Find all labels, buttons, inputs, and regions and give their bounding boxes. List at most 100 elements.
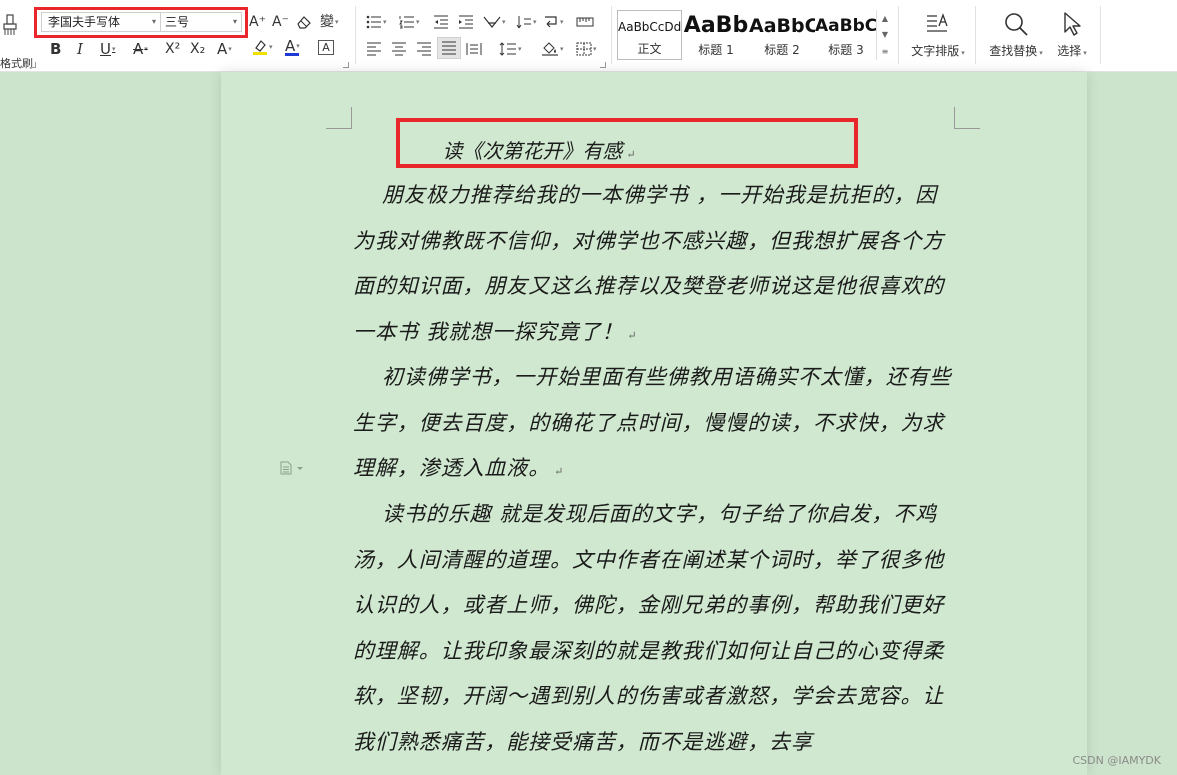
- style-name: 标题 3: [828, 43, 864, 57]
- outdent-icon: [434, 15, 448, 29]
- font-color-button[interactable]: A ▾: [285, 38, 300, 56]
- align-right-icon: [417, 42, 431, 56]
- shading-button[interactable]: ▾: [541, 40, 564, 58]
- align-left-icon: [367, 42, 381, 56]
- highlighter-icon: [253, 40, 267, 55]
- character-border-button[interactable]: A: [318, 40, 334, 55]
- style-sample: AaBbCcDd: [618, 20, 682, 34]
- increase-indent-button[interactable]: [458, 13, 474, 31]
- paragraph[interactable]: 初读佛学书，一开始里面有些佛教用语确实不太懂，还有些生字，便去百度，的确花了点时…: [353, 355, 953, 495]
- group-separator: [975, 6, 976, 64]
- borders-button[interactable]: ▾: [576, 40, 597, 58]
- clear-format-button[interactable]: [296, 13, 312, 31]
- bold-button[interactable]: B: [50, 40, 61, 58]
- style-name: 标题 2: [764, 43, 800, 57]
- group-separator: [355, 6, 356, 64]
- paragraph[interactable]: 读书的乐趣 就是发现后面的文字，句子给了你启发，不鸡汤，人间清醒的道理。文中作者…: [353, 492, 953, 765]
- line-break-button[interactable]: ▾: [543, 13, 564, 31]
- document-icon: [280, 461, 303, 475]
- style-heading-3[interactable]: AaBbC 标题 3: [815, 10, 877, 60]
- subscript-icon: X₂: [190, 41, 206, 57]
- underline-button[interactable]: U ▾: [100, 40, 116, 58]
- paragraph-group-launcher[interactable]: [600, 62, 606, 68]
- borders-icon: [576, 42, 592, 56]
- paragraph[interactable]: 朋友极力推荐给我的一本佛学书 ，一开始我是抗拒的，因为我对佛教既不信仰，对佛学也…: [353, 173, 953, 358]
- justify-button[interactable]: [437, 37, 461, 59]
- superscript-icon: X²: [165, 41, 181, 57]
- align-right-button[interactable]: [416, 40, 432, 58]
- group-separator: [611, 6, 612, 64]
- italic-icon: I: [77, 40, 83, 58]
- align-center-icon: [392, 42, 406, 56]
- clipboard-group-launcher[interactable]: [30, 62, 36, 68]
- paragraph-mark-icon: ↵: [554, 465, 565, 478]
- bullets-button[interactable]: ▾: [366, 13, 387, 31]
- italic-button[interactable]: I: [77, 40, 83, 58]
- font-color-bar: [285, 53, 300, 56]
- shrink-font-icon: A⁻: [272, 14, 289, 30]
- title-highlight-annotation: [396, 118, 858, 168]
- group-separator: [898, 6, 899, 64]
- style-normal[interactable]: AaBbCcDd 正文: [617, 10, 682, 60]
- ruler-button[interactable]: [576, 13, 594, 31]
- phonetic-icon: 變: [320, 14, 334, 30]
- align-center-button[interactable]: [391, 40, 407, 58]
- strikethrough-button[interactable]: A ▾: [133, 40, 148, 58]
- char-border-icon: A: [322, 40, 330, 54]
- styles-scroll[interactable]: ▲ ▼ ≡: [876, 10, 893, 60]
- line-spacing-button[interactable]: ▾: [499, 40, 522, 58]
- chevron-down-icon[interactable]: ▼: [882, 30, 888, 39]
- brush-icon: [3, 14, 17, 35]
- select-button[interactable]: 选择 ▾: [1052, 10, 1092, 62]
- justify-icon: [442, 41, 456, 55]
- text-layout-label: 文字排版: [911, 44, 960, 58]
- indent-icon: [459, 15, 473, 29]
- watermark: CSDN @IAMYDK: [1072, 754, 1161, 767]
- bold-icon: B: [50, 40, 62, 58]
- paragraph-text: 朋友极力推荐给我的一本佛学书 ，一开始我是抗拒的，因为我对佛教既不信仰，对佛学也…: [353, 183, 945, 344]
- align-left-button[interactable]: [366, 40, 382, 58]
- decrease-indent-button[interactable]: [433, 13, 449, 31]
- style-sample: AaBbC: [749, 15, 815, 37]
- line-break-icon: [545, 16, 557, 28]
- format-painter-button[interactable]: 格式刷: [0, 12, 33, 70]
- numbered-list-icon: [399, 16, 414, 29]
- underline-icon: U: [100, 40, 111, 58]
- highlight-color-button[interactable]: ▾: [252, 38, 273, 56]
- chinese-layout-button[interactable]: ▾: [483, 13, 506, 31]
- distributed-align-button[interactable]: [466, 40, 482, 58]
- style-heading-1[interactable]: AaBb 标题 1: [683, 10, 749, 60]
- chinese-layout-icon: [483, 16, 501, 28]
- distributed-align-icon: [466, 43, 482, 55]
- text-effect-icon: A: [217, 40, 228, 58]
- search-icon: [1005, 13, 1028, 36]
- more-styles-icon[interactable]: ≡: [882, 47, 889, 56]
- phonetic-guide-button[interactable]: 變 ▾: [320, 13, 339, 31]
- cursor-arrow-icon: [1064, 12, 1081, 36]
- grow-font-icon: A⁺: [249, 14, 266, 30]
- chevron-up-icon[interactable]: ▲: [882, 14, 888, 23]
- paragraph-layout-icon[interactable]: [280, 460, 306, 475]
- font-group-launcher[interactable]: [343, 62, 349, 68]
- margin-corner-mark: [326, 107, 352, 129]
- shrink-font-button[interactable]: A⁻: [272, 13, 289, 31]
- find-replace-button[interactable]: 查找替换 ▾: [985, 10, 1047, 62]
- format-painter-label: 格式刷: [0, 57, 33, 70]
- style-heading-2[interactable]: AaBbC 标题 2: [749, 10, 815, 60]
- style-name: 正文: [637, 42, 662, 56]
- ruler-icon: [576, 17, 594, 27]
- eraser-icon: [297, 16, 311, 29]
- group-separator: [1100, 6, 1101, 64]
- font-color-icon: A: [285, 37, 296, 55]
- text-direction-button[interactable]: ▾: [516, 13, 537, 31]
- line-spacing-icon: [499, 42, 516, 56]
- numbering-button[interactable]: ▾: [399, 13, 420, 31]
- text-effect-button[interactable]: A ▾: [217, 40, 232, 58]
- bullet-list-icon: [366, 15, 381, 29]
- subscript-button[interactable]: X₂: [190, 40, 205, 58]
- text-layout-icon: [927, 13, 948, 32]
- superscript-button[interactable]: X²: [165, 40, 180, 58]
- font-highlight-annotation: [34, 7, 248, 38]
- grow-font-button[interactable]: A⁺: [249, 13, 266, 31]
- text-layout-button[interactable]: 文字排版 ▾: [906, 10, 970, 62]
